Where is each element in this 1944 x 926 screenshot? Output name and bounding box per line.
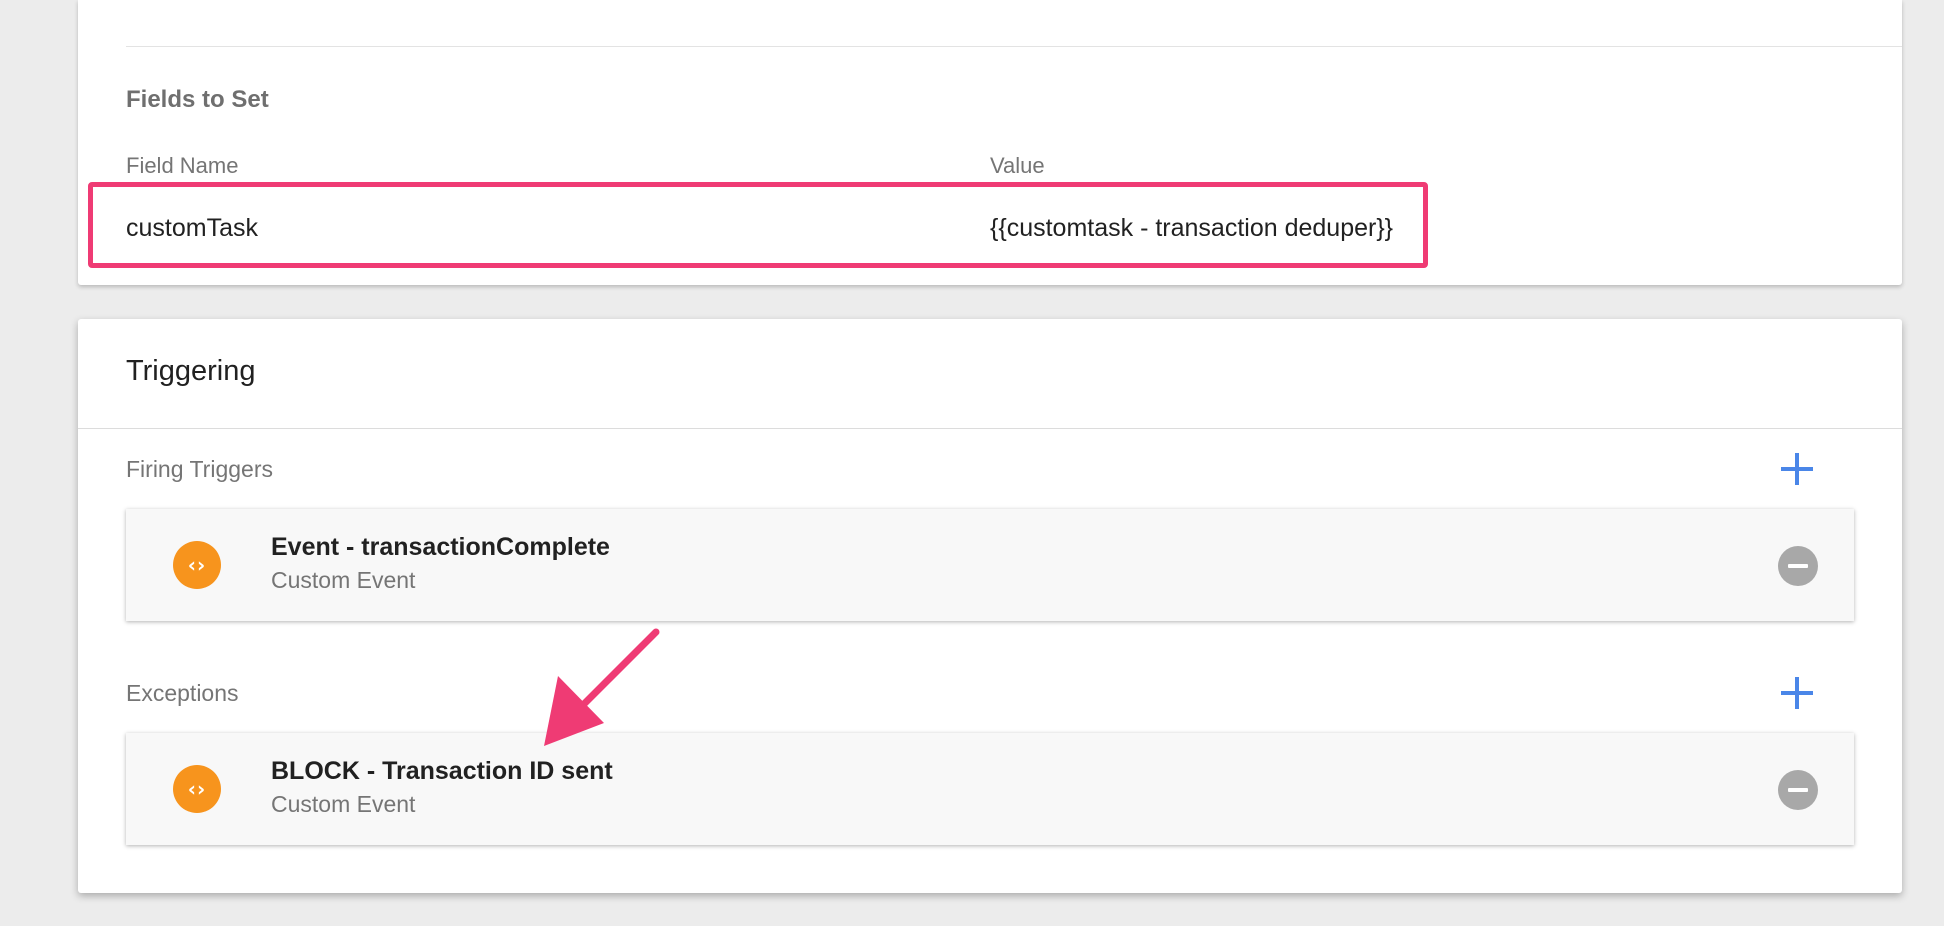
firing-triggers-label: Firing Triggers xyxy=(126,456,273,482)
add-firing-trigger-button[interactable] xyxy=(1778,450,1816,488)
remove-firing-trigger-button[interactable] xyxy=(1778,546,1818,586)
trigger-type: Custom Event xyxy=(271,791,416,817)
exceptions-label: Exceptions xyxy=(126,680,239,706)
triggering-card: Triggering Firing Triggers ‹› Event - tr… xyxy=(78,319,1902,893)
field-name-column-header: Field Name xyxy=(126,153,239,178)
trigger-type: Custom Event xyxy=(271,567,416,593)
custom-event-icon: ‹› xyxy=(173,765,221,813)
add-exception-button[interactable] xyxy=(1778,674,1816,712)
annotation-highlight-box xyxy=(88,182,1428,268)
fields-to-set-title: Fields to Set xyxy=(126,86,269,113)
trigger-name: BLOCK - Transaction ID sent xyxy=(271,757,613,785)
firing-trigger-item[interactable]: ‹› Event - transactionComplete Custom Ev… xyxy=(126,509,1854,621)
triggering-divider xyxy=(78,428,1902,429)
remove-exception-button[interactable] xyxy=(1778,770,1818,810)
exception-trigger-item[interactable]: ‹› BLOCK - Transaction ID sent Custom Ev… xyxy=(126,733,1854,845)
page: Fields to Set Field Name Value customTas… xyxy=(0,0,1944,926)
triggering-title: Triggering xyxy=(126,355,256,387)
custom-event-icon: ‹› xyxy=(173,541,221,589)
value-column-header: Value xyxy=(990,153,1045,178)
trigger-name: Event - transactionComplete xyxy=(271,533,610,561)
section-divider xyxy=(126,46,1902,47)
